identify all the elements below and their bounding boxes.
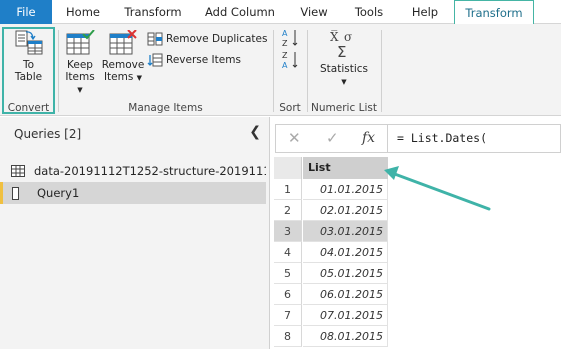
remove-items-label-1: Remove [101, 59, 145, 71]
sort-descending-icon: Z A [282, 51, 298, 70]
table-icon [11, 165, 25, 177]
query-item-label: Query1 [37, 186, 80, 200]
row-number: 6 [274, 284, 302, 305]
ribbon: To Table Convert Keep Items ▼ Remove Ite… [0, 24, 561, 116]
cell[interactable]: 02.01.2015 [303, 200, 388, 221]
remove-items-dropdown-icon: ▼ [136, 74, 143, 82]
query-item-query1[interactable]: Query1 [0, 182, 266, 204]
table-row[interactable]: 8 08.01.2015 [274, 326, 388, 347]
to-table-icon [15, 30, 42, 55]
table-row[interactable]: 5 05.01.2015 [274, 263, 388, 284]
keep-items-button[interactable]: Keep Items ▼ [61, 30, 99, 96]
row-number: 8 [274, 326, 302, 347]
table-row[interactable]: 2 02.01.2015 [274, 200, 388, 221]
statistics-dropdown-icon: ▼ [341, 78, 347, 86]
statistics-label: Statistics [320, 63, 368, 75]
collapse-pane-icon[interactable]: ❮ [249, 124, 261, 140]
cell[interactable]: 01.01.2015 [303, 179, 388, 200]
grid-corner[interactable] [274, 157, 302, 179]
row-number: 1 [274, 179, 302, 200]
ribbon-divider [381, 30, 382, 112]
convert-group-label: Convert [7, 102, 50, 114]
reverse-items-label: Reverse Items [166, 54, 241, 66]
cell[interactable]: 04.01.2015 [303, 242, 388, 263]
formula-bar: ✕ ✓ fx = List.Dates( [275, 124, 561, 153]
remove-duplicates-icon [147, 32, 163, 46]
convert-group: To Table Convert [0, 24, 57, 116]
svg-text:Σ: Σ [337, 43, 346, 60]
reverse-items-icon [147, 53, 163, 67]
to-table-label-2: Table [14, 71, 43, 83]
numeric-list-group-label: Numeric List [311, 102, 377, 114]
cell[interactable]: 03.01.2015 [303, 221, 388, 242]
remove-items-icon [109, 30, 137, 55]
numeric-list-group: X̅ σ Σ Statistics ▼ Numeric List [308, 24, 380, 116]
cancel-icon[interactable]: ✕ [288, 129, 301, 147]
tab-view[interactable]: View [290, 0, 338, 24]
tab-transform[interactable]: Transform [116, 0, 190, 24]
cell[interactable]: 05.01.2015 [303, 263, 388, 284]
sort-ascending-icon: A Z [282, 29, 298, 48]
sort-group-label: Sort [279, 102, 301, 114]
to-table-label-1: To [22, 59, 35, 71]
row-number: 3 [274, 221, 302, 242]
manage-items-group-label: Manage Items [128, 102, 203, 114]
remove-items-button[interactable]: Remove Items ▼ [101, 30, 145, 84]
svg-text:Z: Z [282, 39, 288, 48]
manage-items-group: Keep Items ▼ Remove Items ▼ Remove Dupli… [59, 24, 272, 116]
svg-text:A: A [282, 29, 288, 38]
formula-input[interactable]: = List.Dates( [397, 131, 487, 145]
keep-items-dropdown-icon: ▼ [77, 86, 83, 94]
queries-pane: Queries [2] ❮ data-20191112T1252-structu… [0, 117, 270, 349]
queries-pane-title: Queries [2] [14, 127, 82, 141]
statistics-button[interactable]: X̅ σ Σ Statistics ▼ [310, 28, 378, 88]
cell[interactable]: 07.01.2015 [303, 305, 388, 326]
keep-items-label-2: Items [65, 71, 95, 83]
table-row-selected[interactable]: 3 03.01.2015 [274, 221, 388, 242]
commit-icon[interactable]: ✓ [326, 129, 339, 147]
list-icon [12, 187, 19, 200]
tab-home[interactable]: Home [56, 0, 110, 24]
tab-help[interactable]: Help [400, 0, 450, 24]
svg-text:X̅: X̅ [330, 29, 339, 44]
ribbon-tab-bar: File Home Transform Add Column View Tool… [0, 0, 561, 25]
tab-tools[interactable]: Tools [344, 0, 394, 24]
row-number: 5 [274, 263, 302, 284]
tab-list-transform[interactable]: Transform [454, 0, 534, 25]
sort-group: A Z Z A Sort [274, 24, 306, 116]
formula-divider [387, 125, 388, 152]
to-table-button[interactable]: To Table [4, 30, 53, 83]
remove-items-label-2: Items [103, 71, 134, 83]
svg-text:Z: Z [282, 51, 288, 60]
row-number: 7 [274, 305, 302, 326]
table-row[interactable]: 1 01.01.2015 [274, 179, 388, 200]
row-number: 4 [274, 242, 302, 263]
statistics-icon: X̅ σ Σ [330, 29, 352, 60]
table-row[interactable]: 7 07.01.2015 [274, 305, 388, 326]
table-row[interactable]: 4 04.01.2015 [274, 242, 388, 263]
svg-text:A: A [282, 61, 288, 70]
query-item-label: data-20191112T1252-structure-20191112... [34, 164, 266, 178]
cell[interactable]: 08.01.2015 [303, 326, 388, 347]
keep-items-label-1: Keep [67, 59, 93, 71]
fx-icon[interactable]: fx [362, 130, 375, 146]
table-row[interactable]: 6 06.01.2015 [274, 284, 388, 305]
reverse-items-button[interactable]: Reverse Items [147, 52, 241, 68]
sort-descending-button[interactable]: Z A [282, 50, 303, 70]
query-item-data[interactable]: data-20191112T1252-structure-20191112... [0, 160, 266, 182]
svg-text:σ: σ [344, 30, 352, 44]
remove-duplicates-label: Remove Duplicates [166, 33, 268, 45]
keep-items-icon [66, 30, 95, 55]
column-header-list[interactable]: List [303, 157, 388, 179]
sort-ascending-button[interactable]: A Z [282, 28, 303, 48]
tab-file[interactable]: File [0, 0, 52, 24]
row-number: 2 [274, 200, 302, 221]
tab-add-column[interactable]: Add Column [196, 0, 284, 24]
remove-duplicates-button[interactable]: Remove Duplicates [147, 31, 267, 47]
cell[interactable]: 06.01.2015 [303, 284, 388, 305]
